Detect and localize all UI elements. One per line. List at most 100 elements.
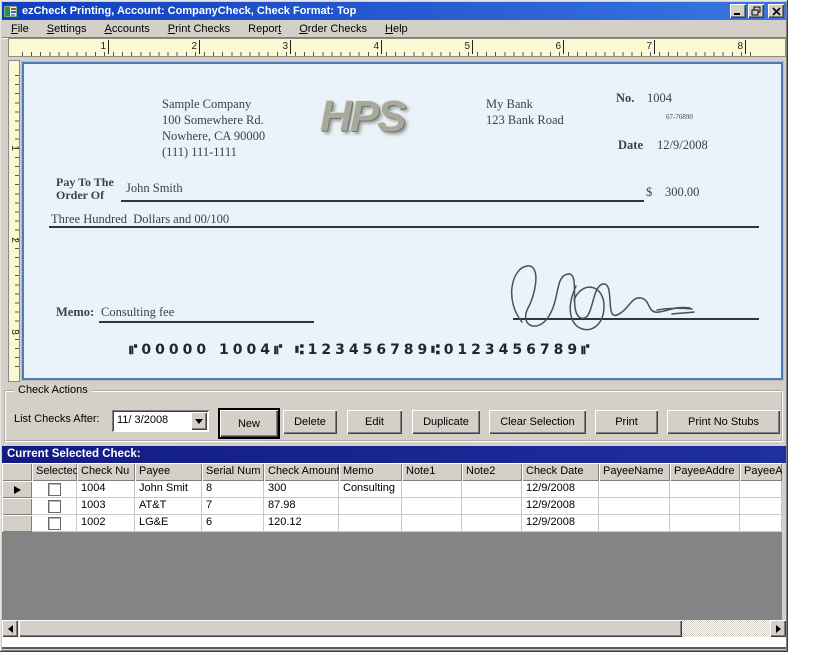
title-bar[interactable]: ezCheck Printing, Account: CompanyCheck,… [2, 2, 786, 20]
table-cell[interactable]: Consulting [339, 481, 402, 498]
app-window: ezCheck Printing, Account: CompanyCheck,… [0, 0, 788, 652]
vertical-ruler: 1 2 3 [8, 60, 20, 382]
row-checkbox[interactable] [47, 516, 61, 530]
table-cell[interactable]: John Smit [135, 481, 202, 498]
table-cell[interactable] [462, 515, 522, 532]
table-cell[interactable] [462, 481, 522, 498]
column-header[interactable]: PayeeAddre [670, 463, 740, 481]
column-header[interactable]: Payee [135, 463, 202, 481]
column-header[interactable]: Serial Num [202, 463, 264, 481]
menu-help[interactable]: Help [376, 21, 417, 37]
column-header[interactable]: Memo [339, 463, 402, 481]
table-cell[interactable] [402, 515, 462, 532]
app-icon [4, 5, 18, 17]
chevron-down-icon [195, 418, 203, 424]
window-title: ezCheck Printing, Account: CompanyCheck,… [22, 5, 357, 17]
row-selector[interactable] [2, 515, 32, 532]
column-header[interactable]: Note1 [402, 463, 462, 481]
table-cell[interactable]: LG&E [135, 515, 202, 532]
table-cell[interactable] [339, 498, 402, 515]
table-row[interactable]: 1002 LG&E 6 120.12 12/9/2008 [2, 515, 782, 532]
amount-underline [49, 226, 759, 228]
menu-file[interactable]: File [2, 21, 38, 37]
restore-button[interactable] [748, 4, 764, 18]
table-row[interactable]: 1003 AT&T 7 87.98 12/9/2008 [2, 498, 782, 515]
row-checkbox[interactable] [47, 482, 61, 496]
scrollbar-thumb[interactable] [19, 620, 682, 637]
ruler-mark: 6 [547, 40, 564, 54]
menu-settings[interactable]: Settings [38, 21, 96, 37]
horizontal-scrollbar[interactable] [2, 620, 786, 637]
table-cell[interactable] [402, 498, 462, 515]
table-row[interactable]: 1004 John Smit 8 300 Consulting 12/9/2008 [2, 481, 782, 498]
table-cell[interactable] [339, 515, 402, 532]
table-cell[interactable]: 300 [264, 481, 339, 498]
table-cell[interactable] [599, 515, 670, 532]
minimize-button[interactable] [730, 4, 746, 18]
column-header[interactable]: Selected [32, 463, 77, 481]
column-header[interactable]: Check Date [522, 463, 599, 481]
column-header[interactable]: Check Nu [77, 463, 135, 481]
delete-button[interactable]: Delete [283, 410, 337, 434]
edit-button[interactable]: Edit [347, 410, 402, 434]
check-number: 1004 [647, 91, 672, 105]
list-after-date-combobox[interactable]: 11/ 3/2008 [112, 410, 209, 432]
table-cell[interactable]: 1002 [77, 515, 135, 532]
table-cell[interactable]: 7 [202, 498, 264, 515]
duplicate-button[interactable]: Duplicate [412, 410, 480, 434]
table-cell[interactable] [740, 498, 782, 515]
table-cell[interactable] [740, 481, 782, 498]
table-cell[interactable]: 8 [202, 481, 264, 498]
table-cell[interactable] [670, 481, 740, 498]
table-cell[interactable] [599, 481, 670, 498]
column-header[interactable]: Check Amount [264, 463, 339, 481]
table-cell[interactable] [740, 515, 782, 532]
table-cell[interactable]: 1004 [77, 481, 135, 498]
table-cell[interactable]: 12/9/2008 [522, 481, 599, 498]
combobox-dropdown-button[interactable] [191, 412, 207, 430]
close-button[interactable] [768, 4, 784, 18]
print-button[interactable]: Print [595, 410, 658, 434]
row-checkbox[interactable] [47, 499, 61, 513]
menu-report[interactable]: Report [239, 21, 290, 37]
ruler-mark: 5 [456, 40, 473, 54]
table-cell[interactable]: 12/9/2008 [522, 515, 599, 532]
table-cell[interactable]: AT&T [135, 498, 202, 515]
date-combobox-value: 11/ 3/2008 [117, 414, 169, 426]
table-cell[interactable]: 12/9/2008 [522, 498, 599, 515]
column-header[interactable] [2, 463, 32, 481]
column-header[interactable]: PayeeName [599, 463, 670, 481]
table-cell[interactable]: 87.98 [264, 498, 339, 515]
column-header[interactable]: PayeeAc [740, 463, 782, 481]
table-cell[interactable]: 1003 [77, 498, 135, 515]
scroll-left-button[interactable] [2, 620, 18, 637]
new-button[interactable]: New [218, 408, 280, 439]
signature-image [510, 265, 695, 331]
check-preview[interactable]: Sample Company 100 Somewhere Rd. Nowhere… [21, 61, 784, 381]
amount-words: Three Hundred Dollars and 00/100 [51, 212, 230, 226]
table-cell[interactable]: 120.12 [264, 515, 339, 532]
bank-address: 123 Bank Road [486, 113, 564, 127]
column-header[interactable]: Note2 [462, 463, 522, 481]
arrow-right-icon [775, 624, 781, 633]
clear-selection-button[interactable]: Clear Selection [489, 410, 586, 434]
row-selector[interactable] [2, 481, 32, 498]
minimize-icon [734, 13, 740, 15]
table-cell[interactable] [670, 515, 740, 532]
grid-vertical-scrollbar[interactable] [782, 463, 786, 620]
scroll-right-button[interactable] [770, 620, 786, 637]
row-selector[interactable] [2, 498, 32, 515]
micr-line: ⑈00000 1004⑈ ⑆123456789⑆0123456789⑈ [129, 342, 594, 358]
menu-accounts[interactable]: Accounts [96, 21, 159, 37]
table-cell[interactable]: 6 [202, 515, 264, 532]
table-cell[interactable] [599, 498, 670, 515]
date-value: 12/9/2008 [657, 138, 708, 152]
checks-grid: Selected Check Nu Payee Serial Num Check Amo… [2, 463, 786, 620]
table-cell[interactable] [402, 481, 462, 498]
menu-order-checks[interactable]: Order Checks [290, 21, 376, 37]
table-cell[interactable] [462, 498, 522, 515]
table-cell[interactable] [670, 498, 740, 515]
menu-print-checks[interactable]: Print Checks [159, 21, 239, 37]
ruler-mark: 1 [9, 145, 20, 151]
print-no-stubs-button[interactable]: Print No Stubs [667, 410, 780, 434]
